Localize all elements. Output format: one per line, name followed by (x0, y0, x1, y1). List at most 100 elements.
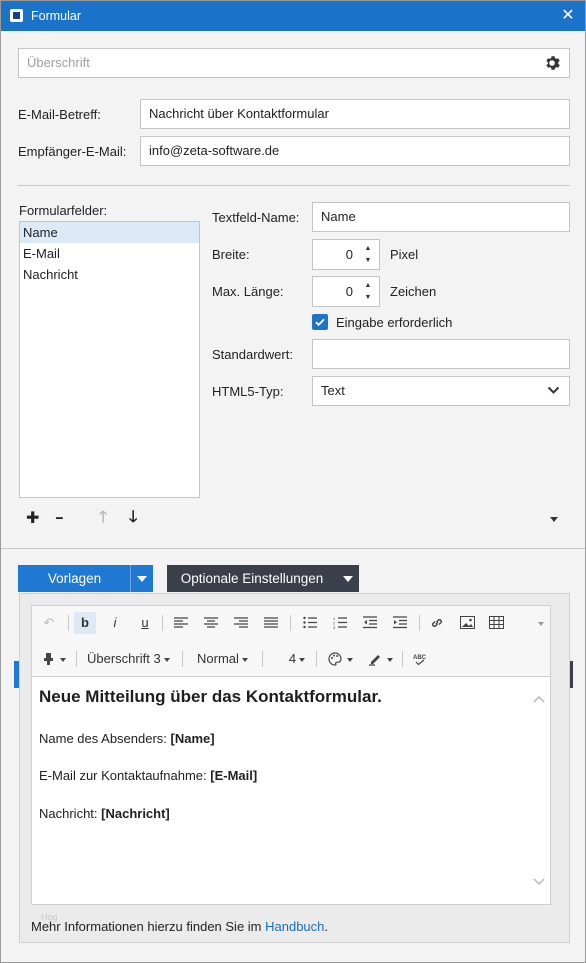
dropdown-caret-icon[interactable] (347, 658, 353, 662)
templates-button-label: Vorlagen (47, 571, 102, 586)
italic-button[interactable]: i (104, 612, 126, 634)
list-item-email[interactable]: E-Mail (20, 243, 199, 264)
maxlen-unit: Zeichen (390, 284, 437, 299)
divider (18, 185, 570, 186)
image-icon[interactable] (460, 616, 475, 629)
toolbar-separator (68, 615, 69, 631)
undo-icon[interactable]: ↶ (38, 612, 60, 634)
editor-toolbar: ↶ b i u 123 Überschrift 3 Normal 4 ABC (31, 605, 551, 677)
manual-link[interactable]: Handbuch (265, 919, 324, 934)
required-label: Eingabe erforderlich (336, 315, 453, 330)
maxlen-stepper[interactable]: 0 ▲ ▼ (312, 276, 380, 307)
width-unit: Pixel (390, 247, 419, 262)
form-fields-list[interactable]: Name E-Mail Nachricht (19, 221, 200, 498)
recipient-label: Empfänger-E-Mail: (18, 144, 127, 159)
textfield-name-label: Textfeld-Name: (212, 210, 300, 225)
message-line: Nachricht: [Nachricht] (39, 806, 170, 821)
increment-icon[interactable]: ▲ (363, 244, 373, 254)
form-fields-label: Formularfelder: (19, 203, 108, 218)
align-left-icon[interactable] (174, 617, 188, 629)
contact-email-line: E-Mail zur Kontaktaufnahme: [E-Mail] (39, 768, 258, 783)
more-options-arrow-icon[interactable] (550, 517, 558, 522)
editor-content[interactable]: Neue Mitteilung über das Kontaktformular… (31, 677, 551, 905)
scroll-down-icon[interactable] (533, 877, 545, 887)
scroll-up-icon[interactable] (533, 694, 545, 704)
default-value-label: Standardwert: (212, 347, 293, 362)
decrement-icon[interactable]: ▼ (363, 256, 373, 266)
table-icon[interactable] (489, 616, 504, 629)
html5-type-select[interactable]: Text (312, 376, 570, 406)
dropdown-caret-icon[interactable] (60, 658, 66, 662)
default-value-input[interactable] (312, 339, 570, 369)
list-item-message[interactable]: Nachricht (20, 264, 199, 285)
move-down-button[interactable]: 🡓 (129, 510, 137, 526)
paint-format-icon[interactable] (42, 652, 55, 666)
form-dialog: Formular ✕ Überschrift E-Mail-Betreff: N… (0, 0, 586, 963)
toolbar-separator (316, 651, 317, 667)
toolbar-separator (162, 615, 163, 631)
message-heading: Neue Mitteilung über das Kontaktformular… (39, 687, 382, 706)
toolbar-separator (419, 615, 420, 631)
underline-button[interactable]: u (134, 612, 156, 634)
chevron-down-icon (547, 386, 560, 394)
align-right-icon[interactable] (234, 617, 248, 629)
recipient-email-input[interactable]: info@zeta-software.de (140, 136, 570, 166)
width-value: 0 (345, 247, 353, 262)
toolbar-separator (262, 651, 263, 667)
caret-down-icon[interactable] (343, 576, 353, 582)
heading-input[interactable]: Überschrift (18, 48, 570, 78)
bold-button[interactable]: b (74, 612, 96, 634)
divider (1, 548, 585, 549)
palette-icon[interactable] (328, 652, 342, 666)
font-size-dropdown[interactable]: 4 (282, 648, 312, 670)
width-label: Breite: (212, 247, 250, 262)
highlighter-icon[interactable] (368, 652, 383, 666)
spellcheck-icon[interactable]: ABC (413, 653, 429, 666)
toolbar-separator (290, 615, 291, 631)
heading-placeholder: Überschrift (27, 55, 90, 70)
increment-icon[interactable]: ▲ (363, 281, 373, 291)
toolbar-separator (402, 651, 403, 667)
add-field-button[interactable]: ✚ (26, 511, 39, 527)
html5-type-value: Text (321, 383, 345, 398)
footer-info: Mehr Informationen hierzu finden Sie im … (31, 919, 329, 934)
toolbar-separator (182, 651, 183, 667)
font-style-dropdown[interactable]: Normal (197, 648, 248, 670)
toolbar-separator (76, 651, 77, 667)
email-subject-label: E-Mail-Betreff: (18, 107, 101, 122)
numbered-list-icon[interactable]: 123 (333, 616, 347, 629)
title-bar: Formular ✕ (1, 1, 585, 31)
link-icon[interactable] (430, 616, 444, 630)
maxlen-label: Max. Länge: (212, 284, 284, 299)
app-icon (10, 9, 23, 22)
bullet-list-icon[interactable] (303, 616, 317, 629)
sender-name-line: Name des Absenders: [Name] (39, 731, 215, 746)
background-panel-edge (570, 661, 573, 688)
required-checkbox[interactable] (312, 314, 328, 330)
optional-settings-button[interactable]: Optionale Einstellungen (167, 565, 359, 592)
move-up-button[interactable]: 🡑 (99, 510, 107, 526)
close-icon[interactable]: ✕ (557, 5, 579, 27)
optional-settings-label: Optionale Einstellungen (180, 571, 324, 586)
align-justify-icon[interactable] (264, 617, 278, 629)
email-subject-input[interactable]: Nachricht über Kontaktformular (140, 99, 570, 129)
width-stepper[interactable]: 0 ▲ ▼ (312, 239, 380, 270)
textfield-name-input[interactable]: Name (312, 202, 570, 232)
split-divider (130, 565, 131, 592)
heading-style-dropdown[interactable]: Überschrift 3 (87, 648, 170, 670)
decrement-icon[interactable]: ▼ (363, 293, 373, 303)
toolbar-overflow-icon[interactable] (538, 622, 544, 626)
templates-button[interactable]: Vorlagen (18, 565, 153, 592)
dropdown-caret-icon[interactable] (387, 658, 393, 662)
list-item-name[interactable]: Name (20, 222, 199, 243)
maxlen-value: 0 (345, 284, 353, 299)
gear-icon[interactable] (544, 55, 560, 71)
window-title: Formular (31, 9, 82, 23)
html5-type-label: HTML5-Typ: (212, 384, 284, 399)
indent-icon[interactable] (393, 616, 407, 629)
align-center-icon[interactable] (204, 617, 218, 629)
outdent-icon[interactable] (363, 616, 377, 629)
svg-text:3: 3 (333, 625, 336, 629)
remove-field-button[interactable]: ━ (56, 512, 63, 526)
caret-down-icon[interactable] (137, 576, 147, 582)
